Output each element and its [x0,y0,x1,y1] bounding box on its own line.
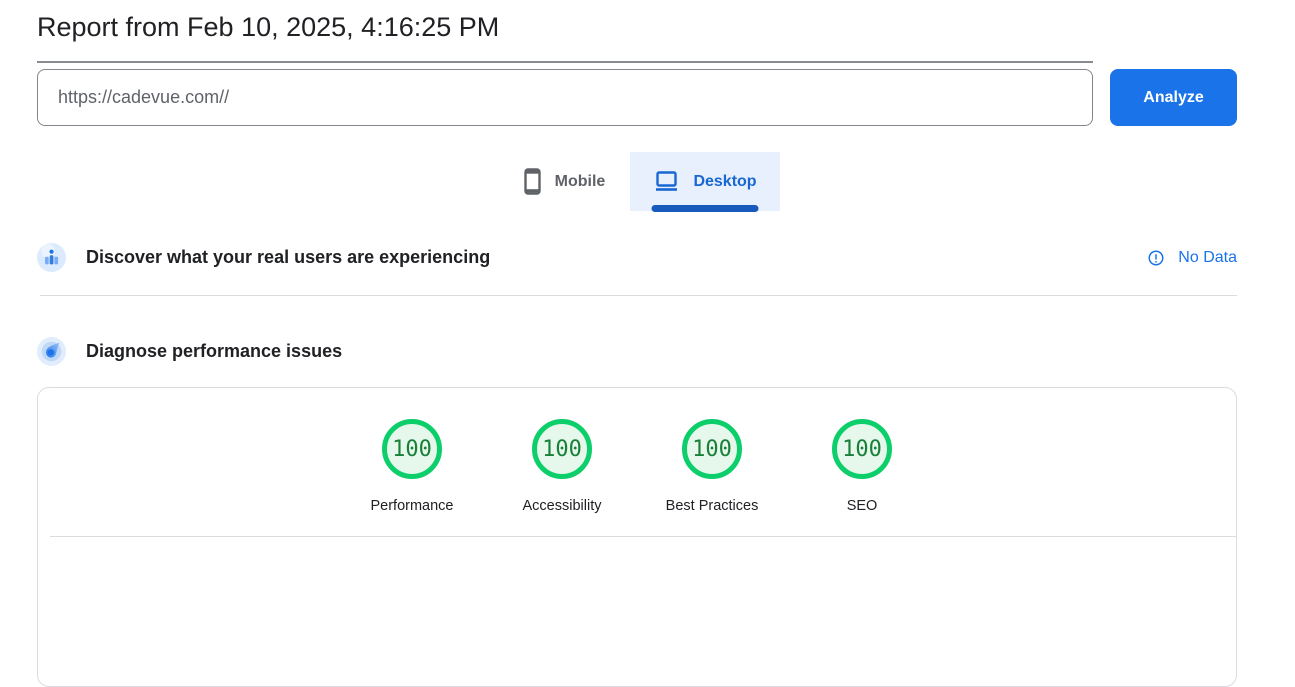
gauge-best-practices[interactable]: 100 Best Practices [637,419,787,514]
speedometer-icon [37,337,66,366]
tab-mobile-label: Mobile [555,173,606,191]
gauge-accessibility-label: Accessibility [523,498,602,514]
url-input[interactable] [37,69,1093,126]
tab-desktop-label: Desktop [693,173,756,191]
error-outline-icon [1147,249,1165,267]
gauge-seo-score: 100 [832,419,892,479]
gauge-seo[interactable]: 100 SEO [787,419,937,514]
gauge-best-practices-score: 100 [682,419,742,479]
gauge-performance[interactable]: 100 Performance [337,419,487,514]
section-divider [40,295,1237,296]
tab-selected-indicator [652,205,759,212]
gauge-best-practices-label: Best Practices [666,498,759,514]
input-top-border-line [37,61,1093,63]
gauge-seo-label: SEO [847,498,878,514]
tab-desktop[interactable]: Desktop [630,152,780,211]
field-data-status[interactable]: No Data [1147,249,1237,267]
card-divider [50,536,1236,537]
bar-chart-icon [37,243,66,272]
device-tabs: Mobile Desktop [498,152,780,211]
performance-report-card: 100 Performance 100 Accessibility 100 Be… [37,387,1237,687]
gauge-accessibility[interactable]: 100 Accessibility [487,419,637,514]
page-title: Report from Feb 10, 2025, 4:16:25 PM [37,12,499,43]
laptop-icon [653,171,680,192]
tab-mobile[interactable]: Mobile [498,152,630,211]
gauge-accessibility-score: 100 [532,419,592,479]
gauge-performance-label: Performance [370,498,453,514]
lab-data-title: Diagnose performance issues [86,341,342,362]
no-data-label: No Data [1178,249,1237,267]
lab-data-section-header: Diagnose performance issues [37,337,342,366]
phone-icon [523,168,542,195]
analyze-button[interactable]: Analyze [1110,69,1237,126]
field-data-section-header: Discover what your real users are experi… [37,243,490,272]
gauge-performance-score: 100 [382,419,442,479]
field-data-title: Discover what your real users are experi… [86,247,490,268]
score-gauges: 100 Performance 100 Accessibility 100 Be… [38,419,1236,514]
